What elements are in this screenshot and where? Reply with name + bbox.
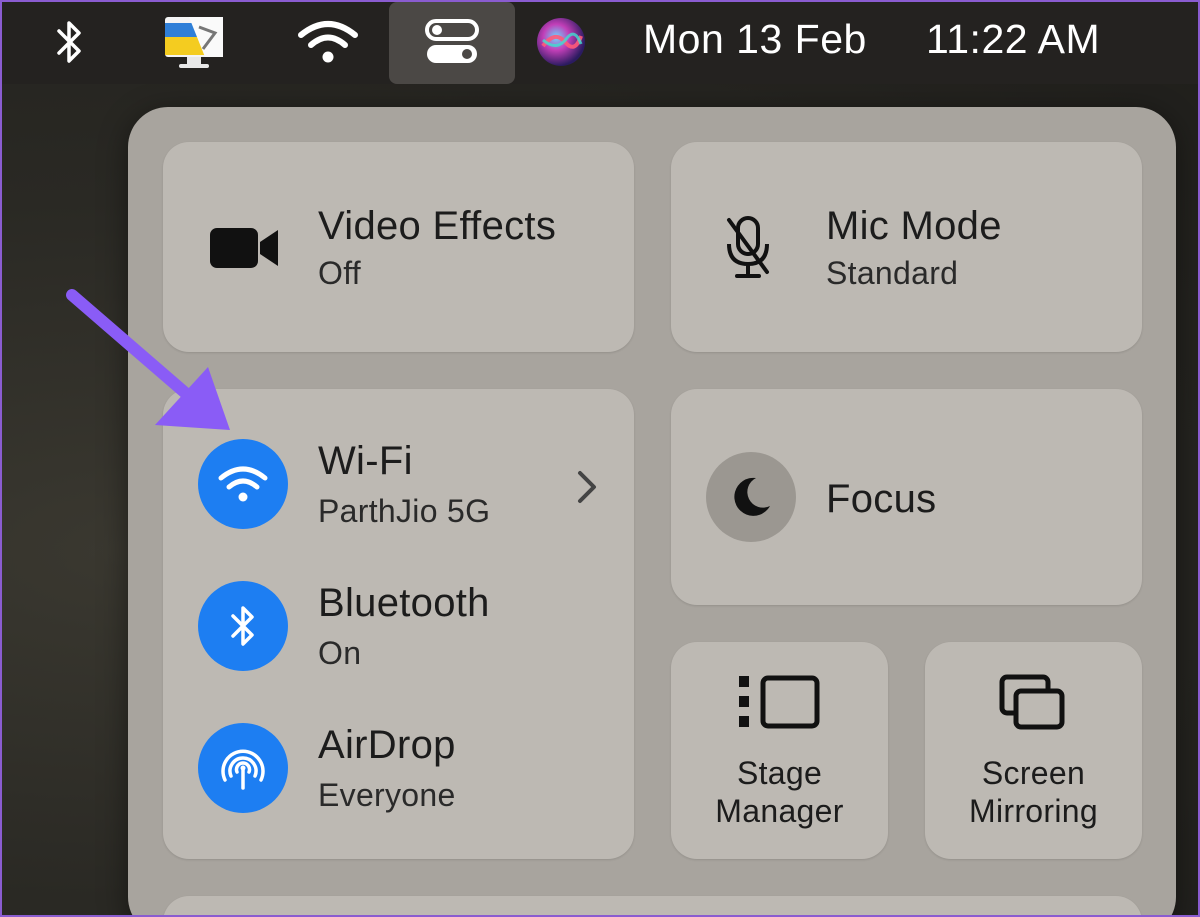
control-center-panel: Video Effects Off Mic Mode Standard Wi-F…: [128, 107, 1176, 917]
screen-mirroring-line1: Screen: [981, 755, 1086, 791]
annotation-arrow-icon: [66, 289, 230, 430]
focus-title: Focus: [826, 477, 937, 521]
control-center-icon-wrap: [389, 0, 515, 84]
mic-mode-status: Standard: [826, 255, 959, 291]
screen-mirroring-line2: Mirroring: [969, 793, 1098, 829]
wifi-toggle[interactable]: [198, 439, 288, 529]
display-flag-icon: [165, 17, 223, 68]
airdrop-row[interactable]: AirDrop Everyone: [163, 703, 634, 823]
bluetooth-icon: [57, 21, 81, 63]
menubar-time[interactable]: 11:22 AM: [926, 16, 1100, 63]
siri-icon: [537, 18, 585, 66]
video-effects-status: Off: [318, 255, 361, 291]
mic-mode-title: Mic Mode: [826, 204, 1002, 248]
wifi-icon: [218, 466, 268, 502]
airdrop-toggle[interactable]: [198, 723, 288, 813]
menubar-siri-icon[interactable]: [534, 0, 588, 84]
menu-bar: Mon 13 Feb 11:22 AM: [0, 0, 1200, 84]
video-camera-icon: [210, 228, 278, 268]
menubar-display-icon[interactable]: [158, 0, 230, 84]
wifi-icon: [298, 21, 358, 63]
bluetooth-status: On: [318, 635, 362, 671]
connectivity-module: Wi-Fi ParthJio 5G Bluetooth On AirDrop E…: [163, 389, 634, 859]
airdrop-icon: [221, 749, 265, 790]
bluetooth-toggle[interactable]: [198, 581, 288, 671]
stage-manager-tile[interactable]: Stage Manager: [671, 642, 888, 859]
menubar-date[interactable]: Mon 13 Feb: [643, 16, 867, 63]
wifi-title: Wi-Fi: [318, 439, 413, 483]
control-center-icon: [425, 19, 479, 63]
chevron-right-icon[interactable]: [575, 469, 599, 505]
screen-mirroring-tile[interactable]: Screen Mirroring: [925, 642, 1142, 859]
next-module-tile[interactable]: [163, 896, 1142, 917]
menubar-bluetooth-icon[interactable]: [48, 0, 92, 84]
stage-manager-line1: Stage: [736, 755, 823, 791]
airdrop-status: Everyone: [318, 777, 456, 813]
wifi-network-name: ParthJio 5G: [318, 493, 491, 529]
mic-slash-icon: [727, 216, 769, 278]
stage-manager-line2: Manager: [715, 793, 844, 829]
mic-mode-tile[interactable]: Mic Mode Standard: [671, 142, 1142, 352]
airdrop-title: AirDrop: [318, 723, 456, 767]
focus-toggle[interactable]: [706, 452, 796, 542]
bluetooth-row[interactable]: Bluetooth On: [163, 561, 634, 681]
screen-mirroring-icon: [999, 674, 1065, 730]
bluetooth-title: Bluetooth: [318, 581, 490, 625]
stage-manager-icon: [739, 675, 820, 729]
focus-tile[interactable]: Focus: [671, 389, 1142, 605]
menubar-wifi-icon[interactable]: [296, 0, 360, 84]
video-effects-title: Video Effects: [318, 204, 557, 248]
bluetooth-icon: [231, 606, 254, 646]
moon-icon: [734, 477, 770, 516]
